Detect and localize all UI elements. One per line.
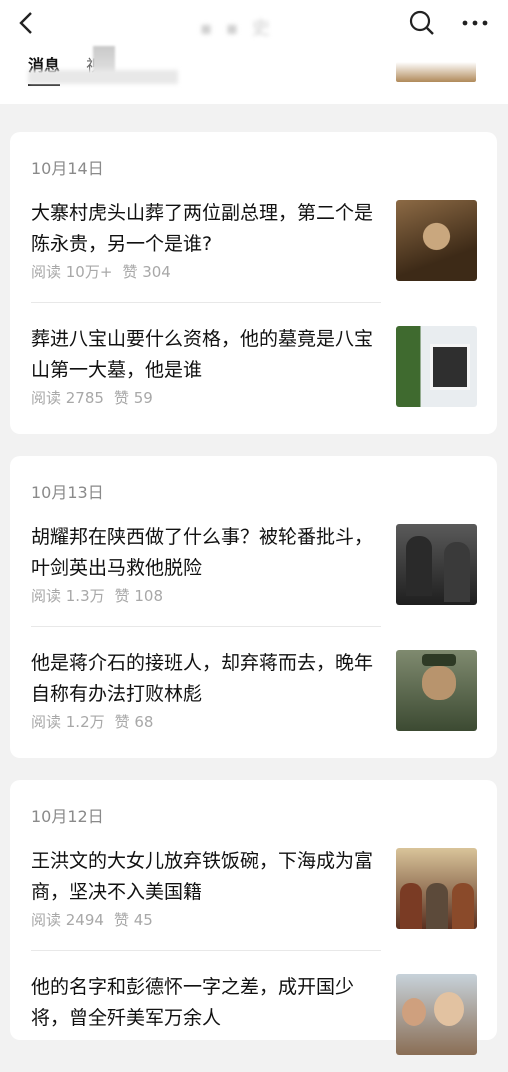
divider [31, 950, 381, 951]
more-icon[interactable] [460, 10, 490, 36]
article-item[interactable]: 胡耀邦在陕西做了什么事？被轮番批斗，叶剑英出马救他脱险 阅读 1.3万赞 108 [31, 522, 487, 622]
read-count: 阅读 2785 [31, 389, 104, 407]
article-title: 胡耀邦在陕西做了什么事？被轮番批斗，叶剑英出马救他脱险 [31, 526, 374, 579]
read-count: 阅读 1.3万 [31, 587, 105, 605]
section-date: 10月12日 [31, 807, 104, 826]
article-meta: 阅读 1.3万赞 108 [31, 585, 173, 606]
article-thumbnail [396, 200, 477, 281]
article-thumbnail-partial[interactable] [396, 62, 476, 82]
article-item[interactable]: 他是蒋介石的接班人，却弃蒋而去，晚年自称有办法打败林彪 阅读 1.2万赞 68 [31, 648, 487, 748]
divider [31, 302, 381, 303]
date-section-card: 10月12日 王洪文的大女儿放弃铁饭碗，下海成为富商，坚决不入美国籍 阅读 24… [10, 780, 497, 1055]
article-thumbnail [396, 524, 477, 605]
article-title: 大寨村虎头山葬了两位副总理，第二个是陈永贵，另一个是谁? [31, 202, 374, 255]
date-section-card: 10月14日 大寨村虎头山葬了两位副总理，第二个是陈永贵，另一个是谁? 阅读 1… [10, 132, 497, 434]
article-title: 他是蒋介石的接班人，却弃蒋而去，晚年自称有办法打败林彪 [31, 652, 374, 705]
article-meta: 阅读 10万+ 赞 304 [31, 261, 181, 282]
article-thumbnail [396, 326, 477, 407]
article-meta: 阅读 1.2万赞 68 [31, 711, 163, 732]
article-meta: 阅读 2494 赞 45 [31, 909, 163, 930]
search-icon[interactable] [408, 9, 436, 37]
like-count: 赞 304 [122, 263, 171, 281]
like-count: 赞 108 [114, 587, 164, 605]
partially-hidden-meta [28, 70, 178, 84]
top-bar: ▪ ▪ 史 消息 视 [0, 0, 508, 104]
article-title: 他的名字和彭德怀一字之差，成开国少将，曾全歼美军万余人 [31, 976, 355, 1029]
section-date: 10月14日 [31, 159, 104, 178]
article-thumbnail [396, 650, 477, 731]
read-count: 阅读 10万+ [31, 263, 113, 281]
back-icon[interactable] [14, 10, 40, 36]
article-item[interactable]: 王洪文的大女儿放弃铁饭碗，下海成为富商，坚决不入美国籍 阅读 2494 赞 45 [31, 846, 487, 946]
section-date: 10月13日 [31, 483, 104, 502]
article-meta: 阅读 2785 赞 59 [31, 387, 163, 408]
article-item[interactable]: 大寨村虎头山葬了两位副总理，第二个是陈永贵，另一个是谁? 阅读 10万+ 赞 30… [31, 198, 487, 298]
like-count: 赞 68 [114, 713, 154, 731]
divider [31, 626, 381, 627]
article-item[interactable]: 他的名字和彭德怀一字之差，成开国少将，曾全歼美军万余人 [31, 972, 487, 1072]
article-thumbnail [396, 974, 477, 1055]
like-count: 赞 59 [113, 389, 153, 407]
account-title-blurred: ▪ ▪ 史 [200, 18, 274, 39]
article-title: 王洪文的大女儿放弃铁饭碗，下海成为富商，坚决不入美国籍 [31, 850, 374, 903]
date-section-card: 10月13日 胡耀邦在陕西做了什么事？被轮番批斗，叶剑英出马救他脱险 阅读 1.… [10, 456, 497, 758]
article-thumbnail [396, 848, 477, 929]
read-count: 阅读 1.2万 [31, 713, 105, 731]
article-item[interactable]: 葬进八宝山要什么资格，他的墓竟是八宝山第一大墓，他是谁 阅读 2785 赞 59 [31, 324, 487, 424]
like-count: 赞 45 [113, 911, 153, 929]
article-title: 葬进八宝山要什么资格，他的墓竟是八宝山第一大墓，他是谁 [31, 328, 374, 381]
read-count: 阅读 2494 [31, 911, 104, 929]
